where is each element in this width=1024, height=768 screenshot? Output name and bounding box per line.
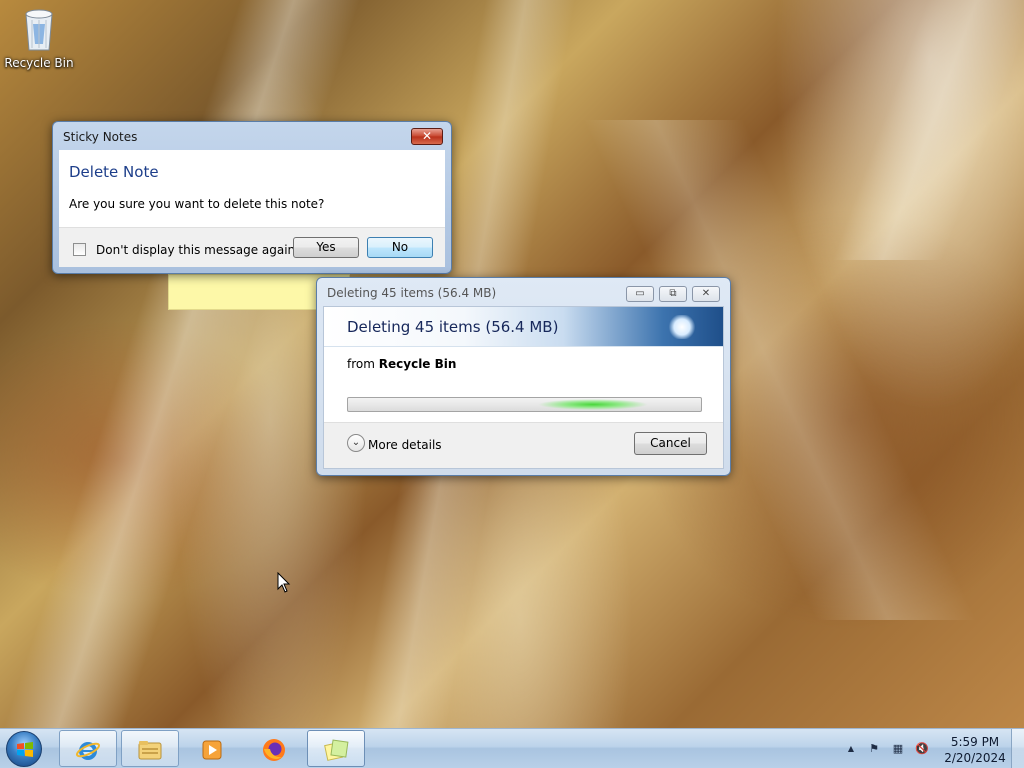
dialog-content: Deleting 45 items (56.4 MB) from Recycle… bbox=[323, 306, 724, 469]
from-prefix: from bbox=[347, 357, 375, 371]
banner-text: Deleting 45 items (56.4 MB) bbox=[347, 318, 559, 336]
dialog-heading: Delete Note bbox=[69, 163, 159, 181]
dialog-content: Delete Note Are you sure you want to del… bbox=[59, 150, 445, 227]
taskbar-clock[interactable]: 5:59 PM 2/20/2024 bbox=[940, 734, 1010, 766]
wallpaper-ribbon bbox=[0, 0, 361, 740]
dialog-titlebar[interactable]: Deleting 45 items (56.4 MB) ▭ ⧉ ✕ bbox=[317, 278, 730, 305]
close-button[interactable]: ✕ bbox=[692, 286, 720, 302]
recycle-bin-label: Recycle Bin bbox=[4, 56, 74, 70]
no-button[interactable]: No bbox=[367, 237, 433, 258]
from-location: Recycle Bin bbox=[378, 357, 457, 371]
cancel-button[interactable]: Cancel bbox=[634, 432, 707, 455]
clock-time: 5:59 PM bbox=[950, 735, 1000, 749]
maximize-button[interactable]: ⧉ bbox=[659, 286, 687, 302]
volume-muted-icon[interactable]: 🔇 bbox=[915, 742, 929, 756]
dialog-title: Sticky Notes bbox=[63, 130, 138, 144]
dialog-footer: Don't display this message again Yes No bbox=[59, 227, 445, 267]
delete-progress-dialog: Deleting 45 items (56.4 MB) ▭ ⧉ ✕ Deleti… bbox=[316, 277, 731, 476]
sticky-notes-dialog: Sticky Notes ✕ Delete Note Are you sure … bbox=[52, 121, 452, 274]
windows-logo-icon bbox=[16, 741, 34, 759]
taskbar-internet-explorer[interactable] bbox=[59, 730, 117, 767]
mouse-cursor-icon bbox=[277, 572, 291, 593]
clock-date: 2/20/2024 bbox=[944, 751, 1006, 765]
close-button[interactable]: ✕ bbox=[411, 128, 443, 145]
show-desktop-button[interactable] bbox=[1011, 729, 1024, 768]
recycle-bin-icon bbox=[25, 9, 53, 51]
action-center-flag-icon[interactable]: ⚑ bbox=[867, 742, 881, 756]
folder-icon bbox=[138, 741, 162, 760]
show-hidden-icons-button[interactable]: ▲ bbox=[844, 742, 858, 756]
wallpaper-ribbon bbox=[832, 0, 1024, 260]
recycle-animation-icon bbox=[669, 315, 695, 339]
dialog-title: Deleting 45 items (56.4 MB) bbox=[327, 286, 497, 300]
media-player-icon bbox=[202, 740, 222, 760]
minimize-button[interactable]: ▭ bbox=[626, 286, 654, 302]
from-line: from Recycle Bin bbox=[347, 357, 456, 371]
sticky-notes-icon bbox=[324, 739, 349, 761]
taskbar-sticky-notes[interactable] bbox=[307, 730, 365, 767]
recycle-bin-desktop-icon[interactable]: Recycle Bin bbox=[4, 6, 74, 70]
taskbar-firefox[interactable] bbox=[245, 730, 303, 767]
yes-button[interactable]: Yes bbox=[293, 237, 359, 258]
taskbar-media-player[interactable] bbox=[183, 730, 241, 767]
firefox-icon bbox=[263, 739, 285, 761]
progress-banner: Deleting 45 items (56.4 MB) bbox=[324, 307, 723, 347]
dont-display-label[interactable]: Don't display this message again bbox=[96, 243, 295, 257]
network-icon[interactable]: ▦ bbox=[891, 742, 905, 756]
taskbar-windows-explorer[interactable] bbox=[121, 730, 179, 767]
start-button[interactable] bbox=[6, 731, 42, 767]
delete-progress-bar bbox=[347, 397, 702, 412]
dialog-message: Are you sure you want to delete this not… bbox=[69, 197, 325, 211]
chevron-down-icon[interactable]: ⌄ bbox=[347, 434, 365, 452]
dont-display-checkbox[interactable] bbox=[73, 243, 86, 256]
internet-explorer-icon bbox=[75, 742, 101, 760]
taskbar: ▲ ⚑ ▦ 🔇 5:59 PM 2/20/2024 bbox=[0, 728, 1024, 768]
more-details-link[interactable]: More details bbox=[368, 438, 442, 452]
dialog-titlebar[interactable]: Sticky Notes ✕ bbox=[53, 122, 451, 149]
progress-indicator bbox=[538, 399, 648, 410]
dialog-footer: ⌄ More details Cancel bbox=[324, 422, 723, 468]
